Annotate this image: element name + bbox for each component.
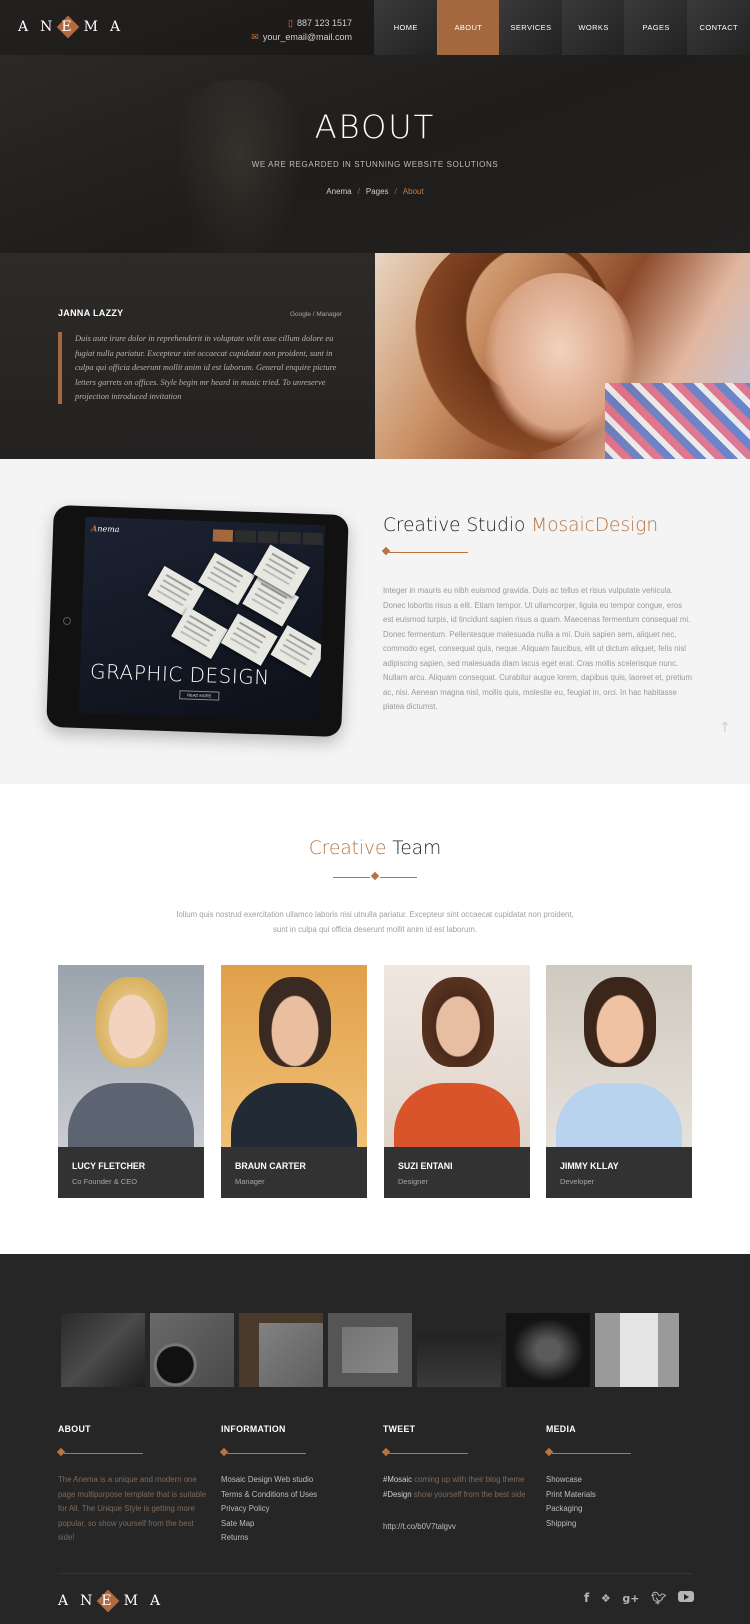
gallery-thumb[interactable] <box>150 1313 234 1387</box>
team-divider <box>333 871 417 881</box>
member-name: BRAUN CARTER <box>235 1161 306 1171</box>
footer-divider <box>544 1447 631 1457</box>
team-card-braun[interactable]: BRAUN CARTER Manager <box>221 965 367 1198</box>
breadcrumb-pages[interactable]: Pages <box>366 187 389 196</box>
nav-about[interactable]: ABOUT <box>436 0 500 55</box>
footer-link[interactable]: Returns <box>221 1531 371 1546</box>
screen-read-more: READ MORE <box>179 690 220 701</box>
tweet-link[interactable]: http://t.co/b0V7talgvv <box>383 1522 456 1531</box>
team-intro: Iollum quis nostrud exercitation ullamco… <box>176 910 574 934</box>
member-name: JIMMY KLLAY <box>560 1161 619 1171</box>
studio-divider <box>381 546 468 556</box>
footer-link[interactable]: Privacy Policy <box>221 1502 371 1517</box>
tablet-screen: Anema GRAPHIC DESIGN READ MORE <box>78 516 326 722</box>
page-title: ABOUT <box>314 108 436 146</box>
footer-link[interactable]: Packaging <box>546 1502 696 1517</box>
member-photo <box>58 965 204 1147</box>
gallery-thumb[interactable] <box>61 1313 145 1387</box>
footer-divider <box>56 1447 143 1457</box>
footer-media-heading: MEDIA <box>546 1424 576 1434</box>
member-role: Manager <box>235 1177 265 1186</box>
gallery-thumb[interactable] <box>239 1313 323 1387</box>
testimonial-text: Duis aute irure dolor in reprehenderit i… <box>75 334 337 401</box>
footer-tweet-text: #Mosaic coming up with their blog theme … <box>383 1475 526 1499</box>
footer-information-heading: INFORMATION <box>221 1424 286 1434</box>
facebook-icon[interactable]: f <box>584 1591 589 1605</box>
studio-description: Integer in mauris eu nibh euismod gravid… <box>383 586 693 711</box>
screen-nav <box>212 529 324 546</box>
footer-about-heading: ABOUT <box>58 1424 91 1434</box>
team-card-jimmy[interactable]: JIMMY KLLAY Developer <box>546 965 692 1198</box>
team-title: Creative Team <box>308 838 442 859</box>
main-nav: HOME ABOUT SERVICES WORKS PAGES CONTACT <box>374 0 750 55</box>
scroll-top-icon[interactable]: ↑ <box>718 720 732 738</box>
testimonial-photo <box>375 253 750 459</box>
social-links: f ❖ g+ 🐦︎ <box>584 1590 694 1606</box>
breadcrumb-current: About <box>402 187 424 196</box>
footer-link[interactable]: Showcase <box>546 1473 696 1488</box>
footer-about-text: The Anema is a unique and modern one pag… <box>58 1475 207 1542</box>
testimonial-role: Google / Manager <box>289 311 342 318</box>
hashtag-link[interactable]: #Design <box>383 1490 412 1499</box>
phone-icon: ▯ <box>287 18 293 28</box>
member-role: Developer <box>560 1177 595 1186</box>
member-name: LUCY FLETCHER <box>72 1161 146 1171</box>
member-name: SUZI ENTANI <box>398 1161 453 1171</box>
footer <box>0 1254 750 1624</box>
youtube-icon[interactable] <box>678 1591 694 1605</box>
header-contact: ▯ 887 123 1517 ✉ your_email@mail.com <box>240 16 352 44</box>
hashtag-link[interactable]: #Mosaic <box>383 1475 412 1484</box>
team-card-suzi[interactable]: SUZI ENTANI Designer <box>384 965 530 1198</box>
footer-information-list: Mosaic Design Web studio Terms & Conditi… <box>221 1473 371 1546</box>
footer-logo[interactable]: A N E M A <box>58 1589 166 1613</box>
nav-pages[interactable]: PAGES <box>624 0 687 55</box>
dropbox-icon[interactable]: ❖ <box>601 1592 611 1605</box>
footer-rule <box>58 1573 692 1574</box>
breadcrumb-home[interactable]: Anema <box>326 187 351 196</box>
footer-tweet-heading: TWEET <box>383 1424 416 1434</box>
quote-accent-bar <box>58 332 62 404</box>
footer-link[interactable]: Shipping <box>546 1517 696 1532</box>
nav-services[interactable]: SERVICES <box>499 0 562 55</box>
breadcrumb: Anema / Pages / About <box>326 187 424 196</box>
member-photo <box>384 965 530 1147</box>
studio-title: Creative Studio MosaicDesign <box>383 515 659 536</box>
tablet-home-button <box>63 617 71 625</box>
phone-number[interactable]: 887 123 1517 <box>297 18 352 28</box>
gallery-thumb[interactable] <box>506 1313 590 1387</box>
footer-link[interactable]: Sate Map <box>221 1517 371 1532</box>
member-role: Co Founder & CEO <box>72 1177 138 1186</box>
member-photo <box>546 965 692 1147</box>
nav-contact[interactable]: CONTACT <box>686 0 750 55</box>
team-card-lucy[interactable]: LUCY FLETCHER Co Founder & CEO <box>58 965 204 1198</box>
nav-home[interactable]: HOME <box>374 0 437 55</box>
site-logo[interactable]: A N E M A <box>18 15 126 39</box>
testimonial-author: JANNA LAZZY <box>58 308 124 318</box>
nav-works[interactable]: WORKS <box>561 0 625 55</box>
footer-divider <box>219 1447 306 1457</box>
screen-logo: Anema <box>90 523 120 535</box>
mail-icon: ✉ <box>251 32 259 42</box>
footer-divider <box>381 1447 468 1457</box>
footer-media-list: Showcase Print Materials Packaging Shipp… <box>546 1473 696 1531</box>
member-role: Designer <box>398 1177 429 1186</box>
gallery-thumb[interactable] <box>328 1313 412 1387</box>
google-plus-icon[interactable]: g+ <box>622 1592 639 1605</box>
member-photo <box>221 965 367 1147</box>
gallery-thumb[interactable] <box>417 1313 501 1387</box>
footer-link[interactable]: Mosaic Design Web studio <box>221 1473 371 1488</box>
email-link[interactable]: your_email@mail.com <box>263 32 352 42</box>
gallery-thumb[interactable] <box>595 1313 679 1387</box>
footer-link[interactable]: Terms & Conditions of Uses <box>221 1488 371 1503</box>
page-subtitle: WE ARE REGARDED IN STUNNING WEBSITE SOLU… <box>251 160 499 169</box>
footer-link[interactable]: Print Materials <box>546 1488 696 1503</box>
screen-headline: GRAPHIC DESIGN <box>89 659 271 690</box>
twitter-icon[interactable]: 🐦︎ <box>651 1591 666 1605</box>
